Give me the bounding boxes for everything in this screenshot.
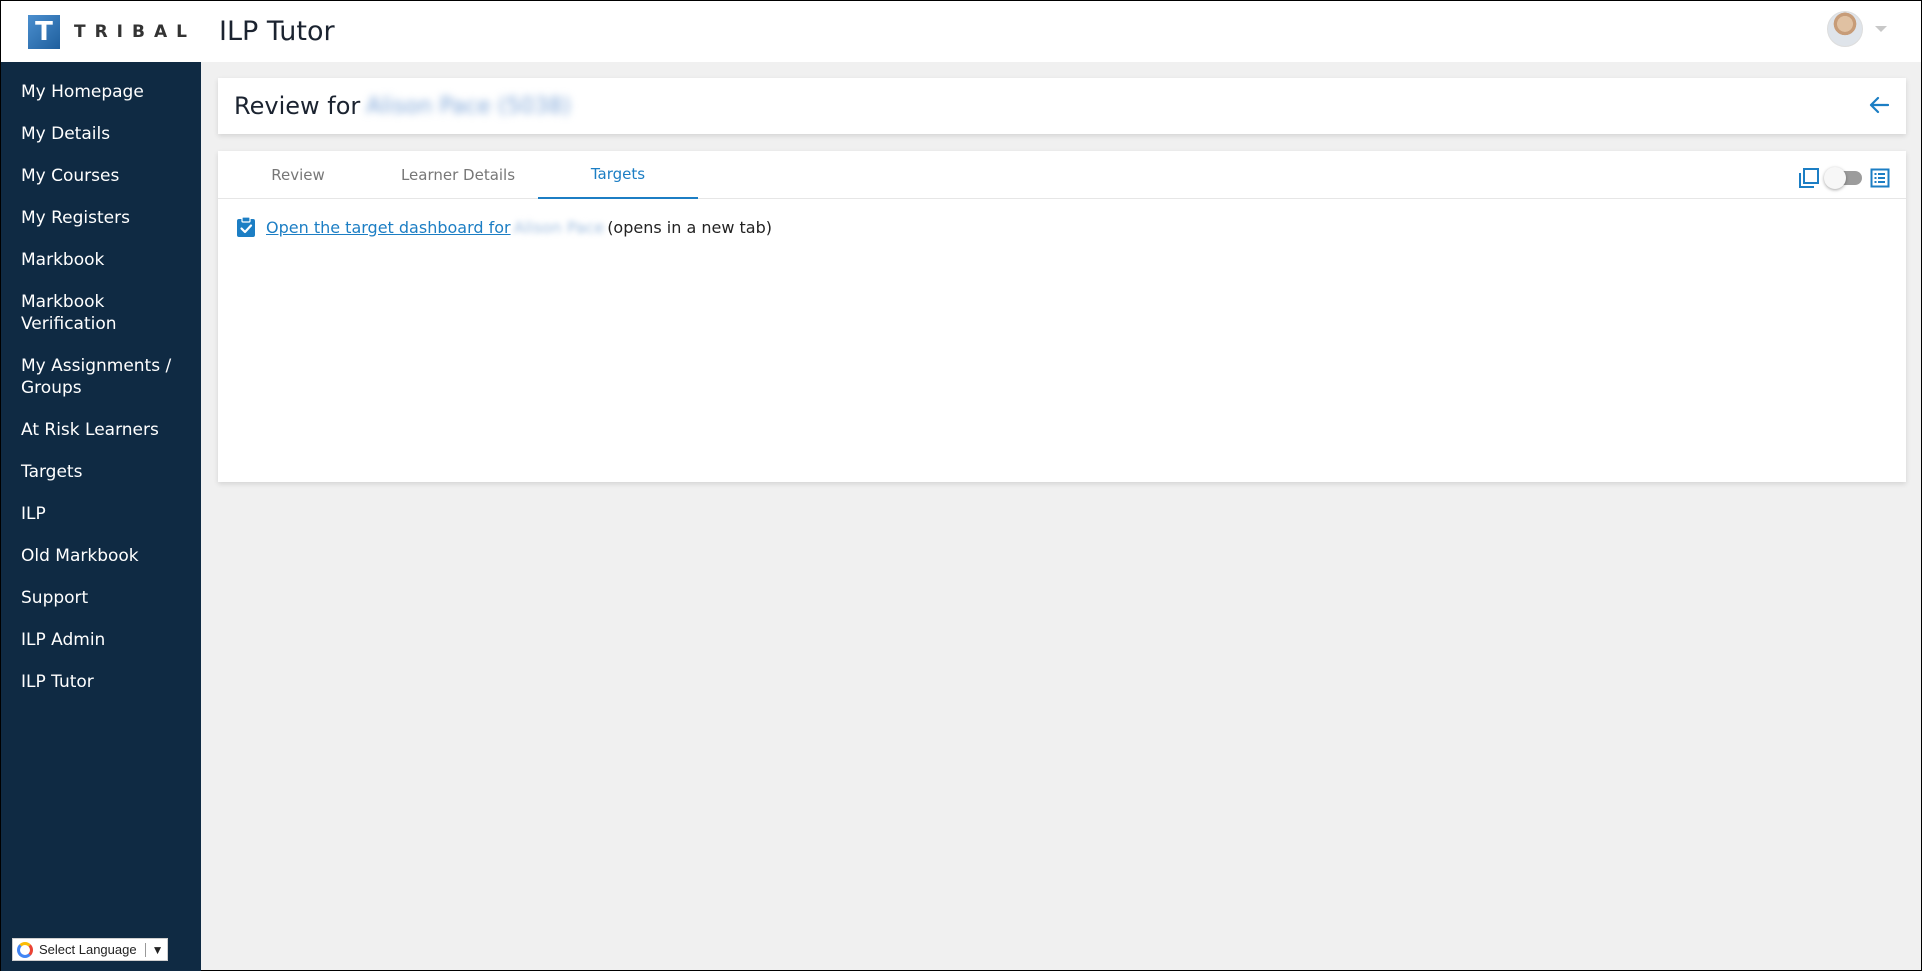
view-controls [1798, 167, 1890, 189]
page-title: Review for [234, 92, 361, 120]
brand-logo[interactable]: T TRIBAL [1, 1, 201, 62]
top-bar: T TRIBAL ILP Tutor [1, 1, 1921, 62]
back-button[interactable] [1866, 92, 1892, 118]
user-menu[interactable] [1827, 11, 1887, 47]
language-divider [144, 942, 146, 957]
new-tab-note: (opens in a new tab) [607, 217, 772, 237]
tab-targets[interactable]: Targets [538, 151, 698, 199]
tab-learner-details[interactable]: Learner Details [378, 151, 538, 199]
sidebar-item-my-courses[interactable]: My Courses [1, 155, 201, 197]
tab-bar: Review Learner Details Targets [218, 151, 1906, 199]
language-selector[interactable]: Select Language ▼ [12, 938, 168, 961]
sidebar-item-markbook[interactable]: Markbook [1, 239, 201, 281]
sidebar-item-at-risk-learners[interactable]: At Risk Learners [1, 409, 201, 451]
target-dashboard-row: Open the target dashboard for Alison Pac… [218, 199, 1906, 238]
sidebar-item-ilp-admin[interactable]: ILP Admin [1, 619, 201, 661]
card-view-icon[interactable] [1798, 167, 1820, 189]
app-title: ILP Tutor [219, 16, 335, 47]
learner-name-link[interactable]: Alison Pace (5038) [366, 94, 571, 119]
sidebar-item-my-homepage[interactable]: My Homepage [1, 71, 201, 113]
google-icon [17, 941, 33, 958]
sidebar-item-my-assignments-groups[interactable]: My Assignments / Groups [1, 345, 201, 409]
sidebar-item-ilp-tutor[interactable]: ILP Tutor [1, 661, 201, 703]
clipboard-check-icon [237, 216, 255, 237]
sidebar-item-targets[interactable]: Targets [1, 451, 201, 493]
target-dashboard-link[interactable]: Open the target dashboard for [266, 218, 511, 237]
target-learner-name[interactable]: Alison Pace [514, 218, 605, 237]
language-label: Select Language [39, 942, 137, 957]
sidebar: My Homepage My Details My Courses My Reg… [1, 62, 201, 971]
sidebar-item-old-markbook[interactable]: Old Markbook [1, 535, 201, 577]
main-content: Review for Alison Pace (5038) Review Lea… [201, 62, 1921, 971]
list-view-icon[interactable] [1870, 168, 1890, 188]
review-header-card: Review for Alison Pace (5038) [218, 78, 1906, 134]
sidebar-nav: My Homepage My Details My Courses My Reg… [1, 62, 201, 703]
tab-review[interactable]: Review [218, 151, 378, 199]
arrow-left-icon [1869, 96, 1889, 114]
sidebar-item-my-details[interactable]: My Details [1, 113, 201, 155]
dropdown-arrow-icon[interactable]: ▼ [152, 943, 164, 957]
sidebar-item-markbook-verification[interactable]: Markbook Verification [1, 281, 201, 345]
sidebar-item-support[interactable]: Support [1, 577, 201, 619]
sidebar-item-my-registers[interactable]: My Registers [1, 197, 201, 239]
review-content-card: Review Learner Details Targets Open the … [218, 151, 1906, 482]
toggle-knob [1824, 167, 1846, 189]
sidebar-item-ilp[interactable]: ILP [1, 493, 201, 535]
tribal-logo-word: TRIBAL [74, 21, 196, 42]
chevron-down-icon[interactable] [1875, 26, 1887, 32]
tribal-logo-mark: T [28, 14, 60, 49]
view-toggle[interactable] [1824, 167, 1862, 189]
avatar[interactable] [1827, 11, 1863, 47]
